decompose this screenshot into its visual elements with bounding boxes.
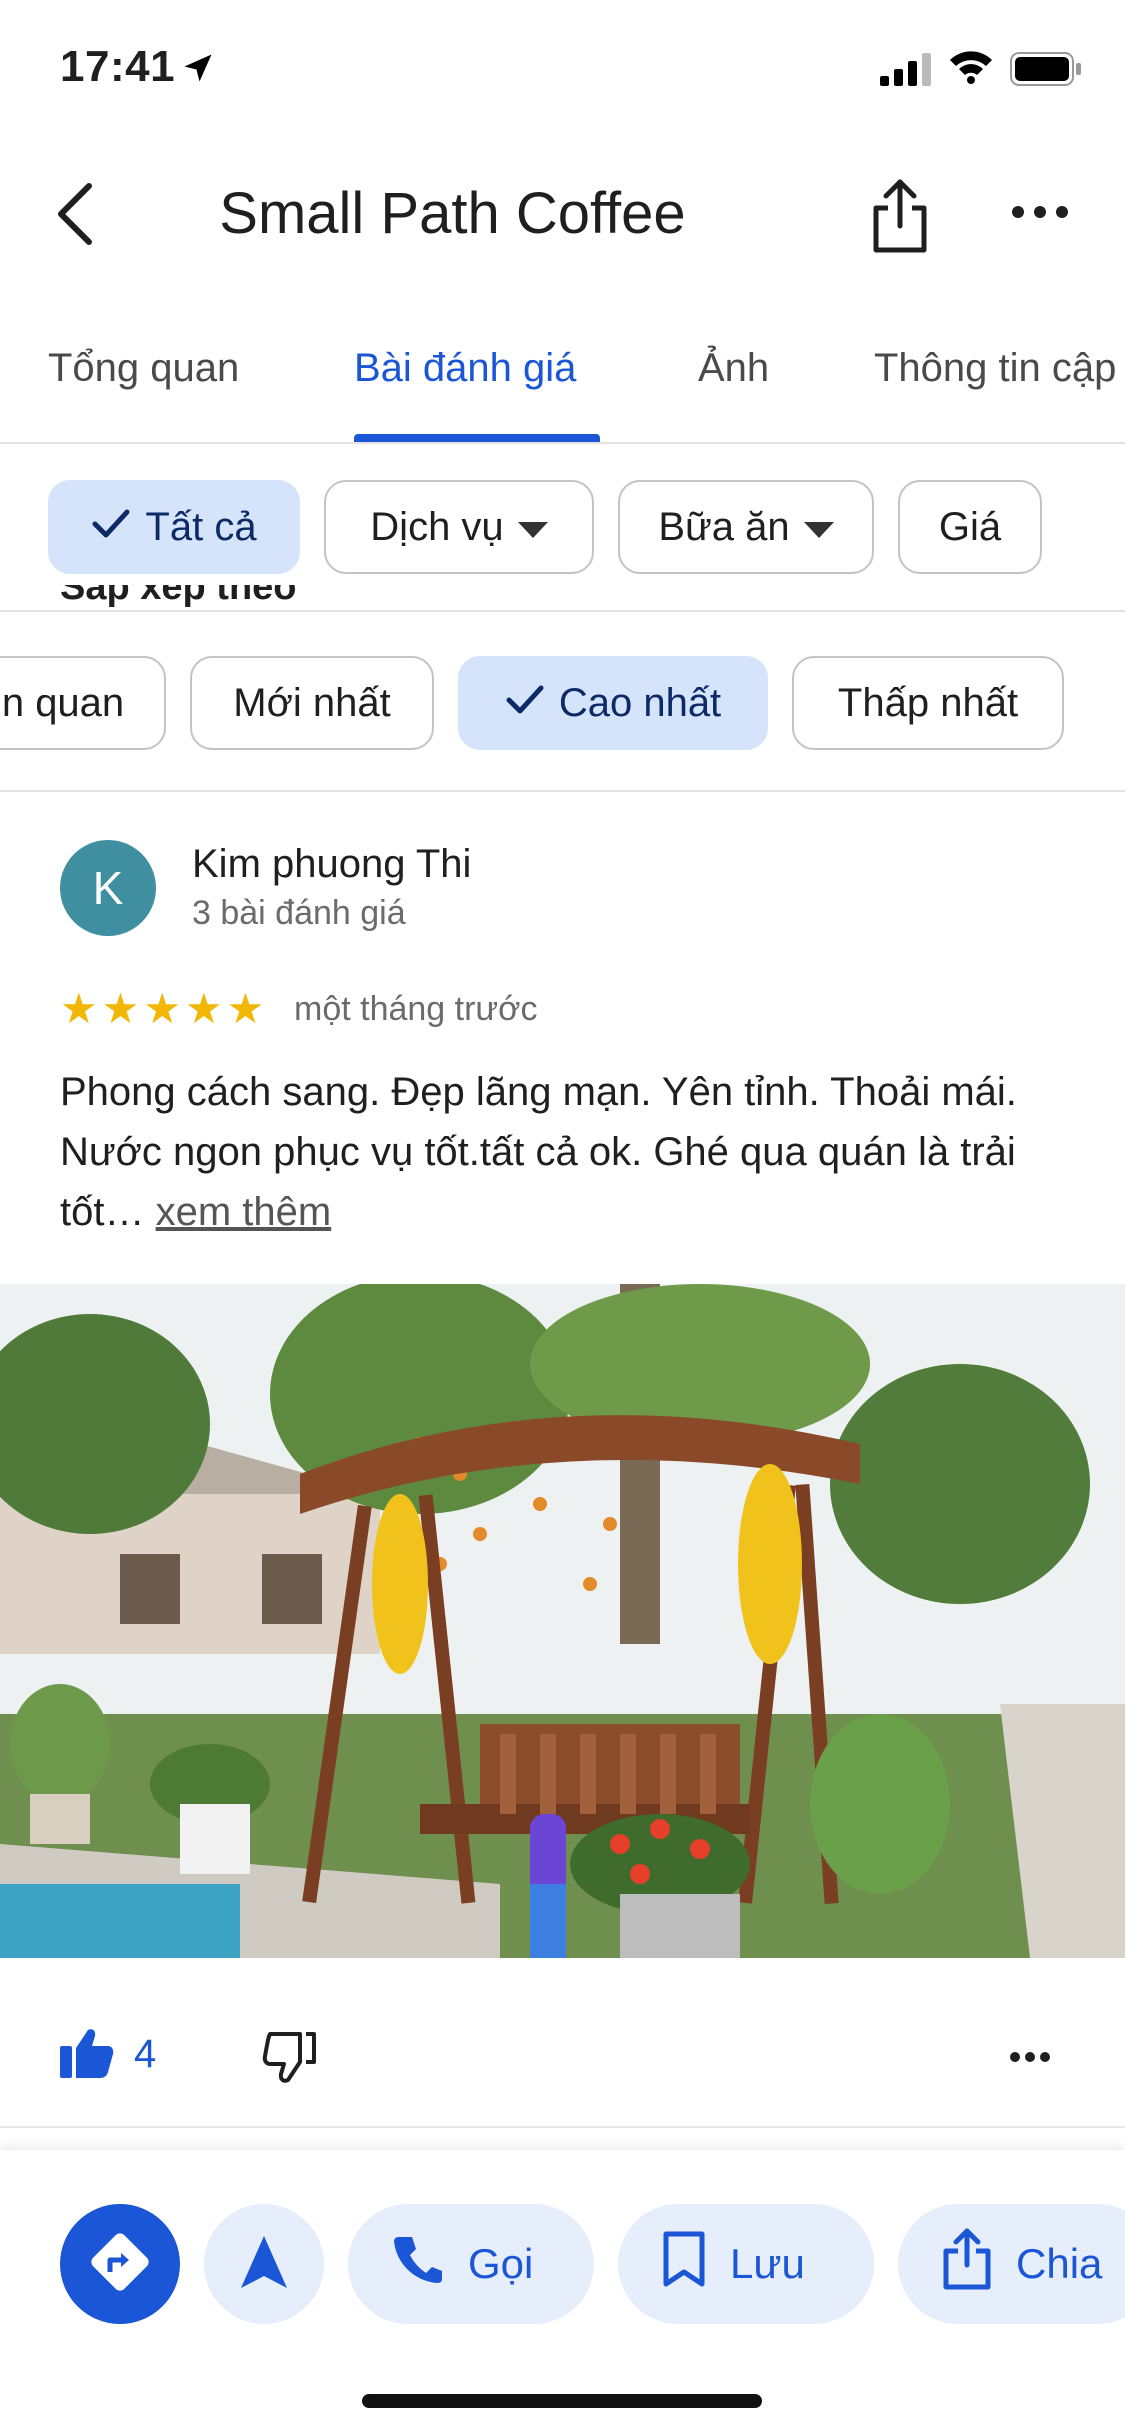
divider <box>0 2126 1125 2128</box>
app-header: Small Path Coffee <box>0 150 1125 280</box>
call-label: Gọi <box>468 2240 534 2287</box>
filter-chip-price[interactable]: Giá <box>898 480 1042 574</box>
sort-chip-label: Cao nhất <box>558 680 722 725</box>
star-icon: ★ <box>143 985 181 1032</box>
sort-chip-label: Mới nhất <box>233 680 391 725</box>
star-rating: ★ ★ ★ ★ ★ <box>60 988 264 1030</box>
filter-chip-label: Bữa ăn <box>658 504 790 549</box>
filter-chip-service[interactable]: Dịch vụ <box>324 480 594 574</box>
sort-chip-label: Thấp nhất <box>837 680 1019 725</box>
like-count: 4 <box>134 2032 157 2076</box>
filter-chip-all[interactable]: Tất cả <box>48 480 300 574</box>
read-more-link[interactable]: xem thêm <box>156 1190 332 1234</box>
sort-chips: n quan Mới nhất Cao nhất Thấp nhất <box>0 656 1125 756</box>
status-bar: 17:41 <box>0 0 1125 140</box>
directions-icon <box>88 2230 152 2299</box>
reviewer-review-count: 3 bài đánh giá <box>192 894 406 932</box>
review-photo[interactable] <box>0 1284 1125 1958</box>
directions-button[interactable] <box>60 2204 180 2324</box>
review-timestamp: một tháng trước <box>294 990 538 1028</box>
sort-chip-newest[interactable]: Mới nhất <box>190 656 434 750</box>
bookmark-icon <box>662 2230 706 2298</box>
thumbs-down-icon <box>262 2032 316 2088</box>
start-navigation-button[interactable] <box>204 2204 324 2324</box>
filter-chip-meals[interactable]: Bữa ăn <box>618 480 874 574</box>
more-horizontal-icon <box>1010 2050 1050 2067</box>
save-button[interactable]: Lưu <box>618 2204 874 2324</box>
share-label: Chia <box>1016 2240 1103 2287</box>
dropdown-caret-icon <box>517 505 548 550</box>
active-tab-indicator <box>354 434 600 442</box>
sort-heading: Sắp xếp theo <box>60 585 297 608</box>
review-more-options-button[interactable] <box>1010 2050 1050 2068</box>
filter-chip-label: Dịch vụ <box>370 504 504 549</box>
filter-chip-label: Tất cả <box>145 504 257 549</box>
share-button[interactable] <box>868 176 932 261</box>
star-icon: ★ <box>101 985 140 1032</box>
star-icon: ★ <box>184 985 223 1032</box>
sort-chip-lowest[interactable]: Thấp nhất <box>792 656 1064 750</box>
dislike-button[interactable] <box>262 2030 316 2089</box>
cellular-signal-icon <box>880 52 934 91</box>
save-label: Lưu <box>730 2240 805 2287</box>
home-indicator[interactable] <box>362 2394 762 2408</box>
star-icon: ★ <box>226 985 265 1032</box>
navigation-arrow-icon <box>239 2234 289 2295</box>
tab-reviews[interactable]: Bài đánh giá <box>354 346 576 391</box>
tab-details[interactable]: Thông tin cập <box>874 346 1116 391</box>
filter-chip-label: Giá <box>938 504 1002 549</box>
share-icon <box>942 2227 992 2301</box>
dropdown-caret-icon <box>803 505 834 550</box>
check-icon <box>505 681 545 726</box>
sort-chip-label: n quan <box>1 680 125 725</box>
garden-swing-photo <box>0 1284 1125 1958</box>
more-horizontal-icon <box>1010 206 1070 226</box>
thumbs-up-icon <box>60 2026 114 2083</box>
location-arrow-icon <box>180 50 216 91</box>
sort-chip-relevant[interactable]: n quan <box>0 656 166 750</box>
like-button[interactable]: 4 <box>60 2026 156 2083</box>
avatar[interactable]: K <box>60 840 156 936</box>
tab-overview[interactable]: Tổng quan <box>48 346 239 391</box>
page-title: Small Path Coffee <box>219 181 686 246</box>
battery-icon <box>1010 52 1082 91</box>
wifi-icon <box>948 48 994 89</box>
sort-chip-highest[interactable]: Cao nhất <box>458 656 768 750</box>
reviewer-name[interactable]: Kim phuong Thi <box>192 842 471 887</box>
check-icon <box>91 505 131 550</box>
divider <box>0 790 1125 792</box>
more-options-button[interactable] <box>1010 202 1070 227</box>
share-place-button[interactable]: Chia <box>898 2204 1125 2324</box>
tab-bar: Tổng quan Bài đánh giá Ảnh Thông tin cập <box>0 320 1125 444</box>
review-body: Phong cách sang. Đẹp lãng mạn. Yên tỉnh.… <box>60 1062 1070 1242</box>
phone-icon <box>392 2233 444 2295</box>
call-button[interactable]: Gọi <box>348 2204 594 2324</box>
status-time: 17:41 <box>60 42 176 91</box>
share-icon <box>868 179 932 260</box>
tab-photos[interactable]: Ảnh <box>698 346 769 391</box>
star-icon: ★ <box>60 985 98 1032</box>
